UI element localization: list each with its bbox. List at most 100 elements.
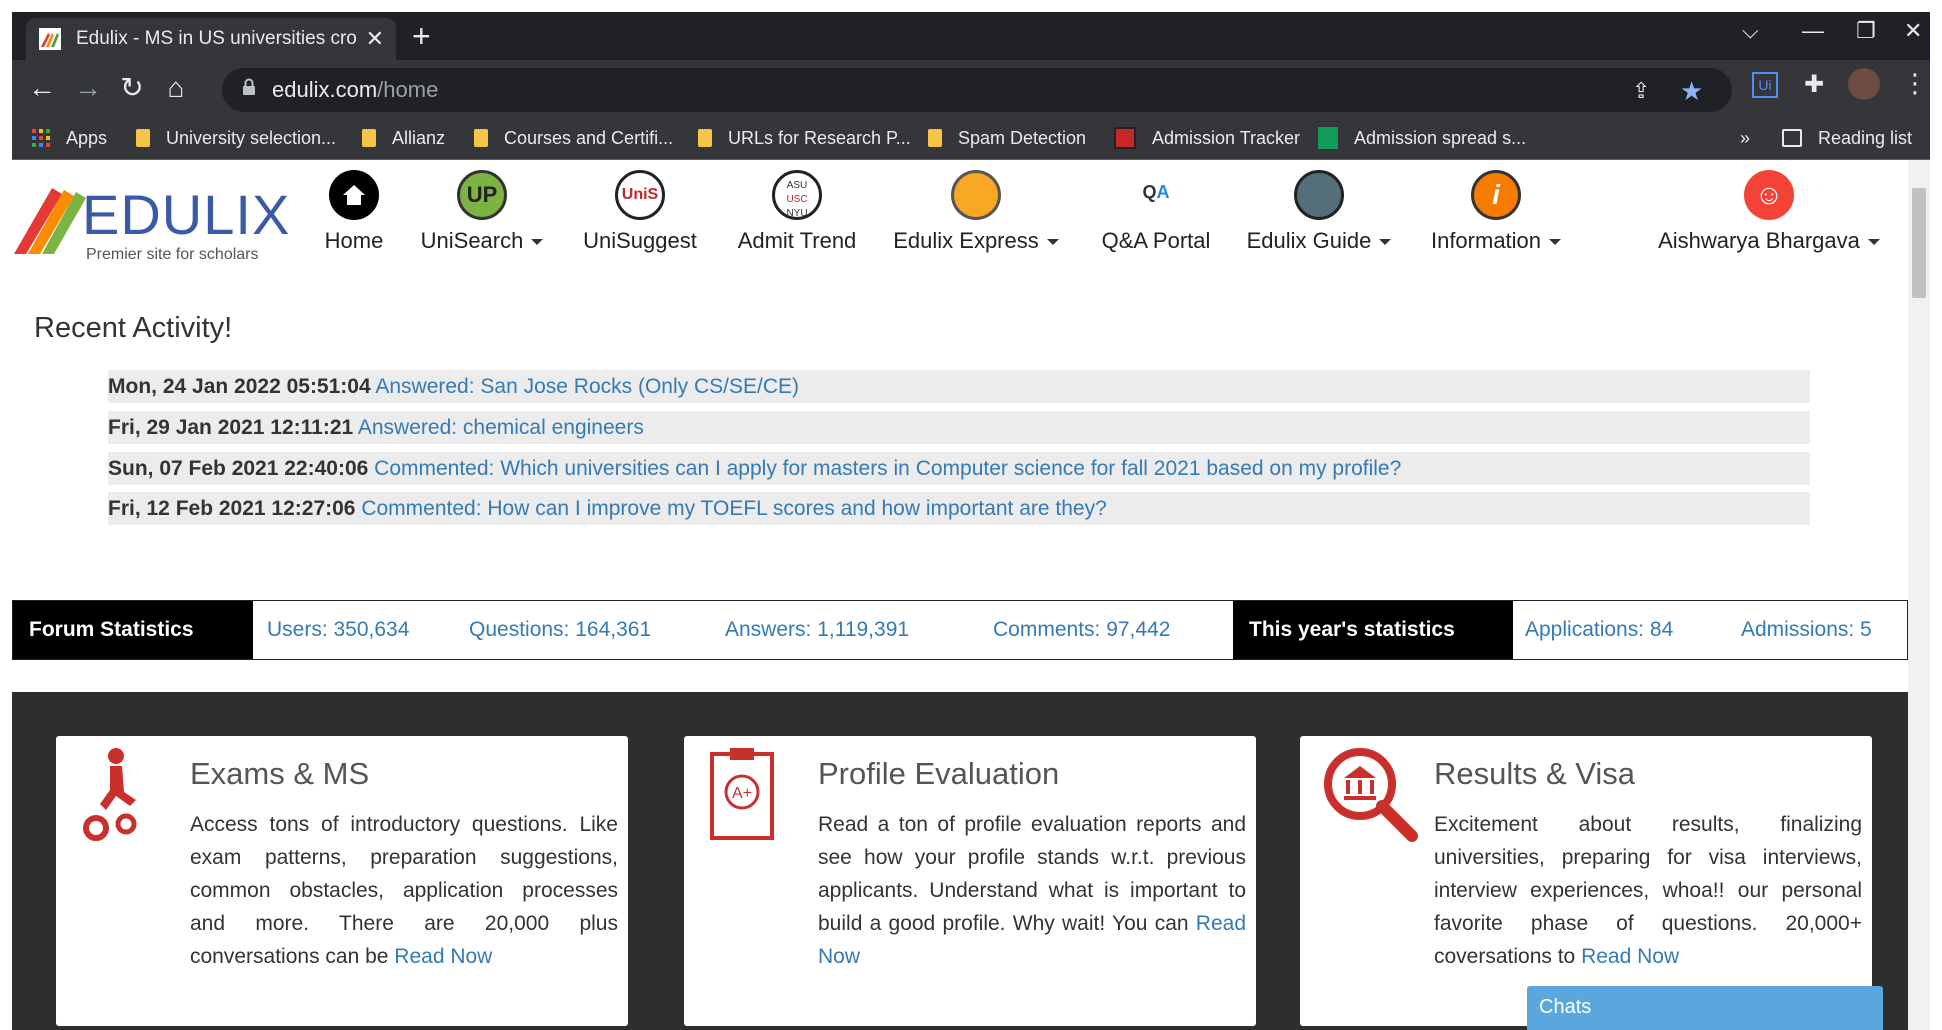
folder-icon: [698, 129, 712, 147]
tab-search-icon[interactable]: ⌵: [1742, 18, 1759, 44]
smiley-avatar-icon: ☺: [1744, 170, 1794, 220]
unisearch-icon: UP: [457, 170, 507, 220]
minimize-icon[interactable]: —: [1802, 18, 1824, 44]
reload-icon[interactable]: ↻: [114, 70, 150, 106]
bookmark-university-selection[interactable]: University selection...: [136, 126, 336, 150]
nav-information[interactable]: i Information: [1416, 170, 1576, 254]
scrollbar-thumb[interactable]: [1912, 188, 1926, 298]
nav-edulix-express[interactable]: Edulix Express: [886, 170, 1066, 254]
nav-home[interactable]: Home: [312, 170, 396, 254]
nav-user-menu[interactable]: ☺ Aishwarya Bhargava: [1644, 170, 1894, 254]
nav-label: Edulix Express: [893, 228, 1039, 253]
address-bar[interactable]: edulix.com/home ⇪ ★: [222, 68, 1732, 112]
bookmark-star-icon[interactable]: ★: [1680, 76, 1703, 107]
bookmark-label: Admission spread s...: [1354, 127, 1527, 148]
activity-row: Mon, 24 Jan 2022 05:51:04 Answered: San …: [108, 370, 1810, 403]
menu-dots-icon[interactable]: ⋮: [1902, 68, 1928, 99]
stat-questions[interactable]: Questions: 164,361: [469, 618, 725, 642]
svg-text:A+: A+: [732, 785, 752, 802]
reading-list[interactable]: Reading list: [1782, 126, 1912, 150]
new-tab-icon[interactable]: +: [412, 18, 431, 54]
chevron-down-icon: [1379, 239, 1392, 246]
unisuggest-icon: UniS: [615, 170, 665, 220]
bookmark-spam-detection[interactable]: Spam Detection: [928, 126, 1086, 150]
read-now-link[interactable]: Read Now: [394, 945, 492, 968]
nav-label: UniSuggest: [583, 228, 697, 253]
card-body: Excitement about results, finalizing uni…: [1434, 808, 1862, 973]
bookmark-courses[interactable]: Courses and Certifi...: [474, 126, 673, 150]
browser-tab[interactable]: Edulix - MS in US universities cro ✕: [26, 18, 396, 60]
nav-admit-trend[interactable]: ASU USC NYU Admit Trend: [722, 170, 872, 254]
share-icon[interactable]: ⇪: [1632, 78, 1650, 104]
card-title: Exams & MS: [190, 756, 370, 791]
nav-unisearch[interactable]: UP UniSearch: [412, 170, 552, 254]
apps-grid-icon: [32, 129, 50, 147]
activity-link[interactable]: Commented: Which universities can I appl…: [374, 457, 1401, 480]
folder-icon: [474, 129, 488, 147]
edulix-logo[interactable]: EDULIX Premier site for scholars: [12, 174, 289, 264]
bookmark-admission-spreadsheet[interactable]: Admission spread s...: [1318, 126, 1526, 150]
bookmarks-overflow[interactable]: »: [1740, 126, 1750, 150]
bookmark-urls-research[interactable]: URLs for Research P...: [698, 126, 911, 150]
activity-link[interactable]: Commented: How can I improve my TOEFL sc…: [361, 497, 1106, 520]
home-icon: [329, 170, 379, 220]
activity-timestamp: Sun, 07 Feb 2021 22:40:06: [108, 457, 369, 480]
page-scrollbar[interactable]: [1908, 160, 1930, 1030]
red-app-icon: [1114, 127, 1136, 149]
nav-label-wrap: UniSearch: [412, 228, 552, 254]
activity-link[interactable]: Answered: San Jose Rocks (Only CS/SE/CE): [375, 375, 799, 398]
close-tab-icon[interactable]: ✕: [366, 26, 384, 52]
folder-icon: [362, 129, 376, 147]
stat-answers[interactable]: Answers: 1,119,391: [725, 618, 993, 642]
activity-link[interactable]: Answered: chemical engineers: [358, 416, 644, 439]
stat-admissions[interactable]: Admissions: 5: [1741, 618, 1872, 642]
edulix-favicon-icon: [39, 28, 61, 50]
bookmark-apps[interactable]: Apps: [32, 126, 107, 150]
tab-strip: Edulix - MS in US universities cro ✕ + ⌵…: [12, 12, 1930, 60]
nav-unisuggest[interactable]: UniS UniSuggest: [570, 170, 710, 254]
back-icon[interactable]: ←: [24, 70, 60, 106]
feature-section: Exams & MS Access tons of introductory q…: [12, 692, 1908, 1030]
card-title: Profile Evaluation: [818, 756, 1060, 791]
admit-trend-icon: ASU USC NYU: [772, 170, 822, 220]
activity-row: Fri, 29 Jan 2021 12:11:21 Answered: chem…: [108, 411, 1810, 444]
overflow-chevron-icon: »: [1740, 127, 1751, 148]
tab-title: Edulix - MS in US universities cro: [76, 28, 356, 49]
bookmark-allianz[interactable]: Allianz: [362, 126, 445, 150]
home-browser-icon[interactable]: ⌂: [158, 70, 194, 106]
year-statistics-label: This year's statistics: [1233, 601, 1513, 659]
logo-tagline: Premier site for scholars: [86, 246, 259, 263]
read-now-link[interactable]: Read Now: [1581, 945, 1679, 968]
card-exams-ms: Exams & MS Access tons of introductory q…: [56, 736, 628, 1026]
nav-label: Q&A Portal: [1101, 228, 1211, 253]
clipboard-grade-icon: A+: [710, 748, 774, 840]
profile-avatar-icon[interactable]: [1848, 68, 1880, 100]
activity-row: Fri, 12 Feb 2021 12:27:06 Commented: How…: [108, 492, 1810, 525]
extensions-puzzle-icon[interactable]: ✚: [1804, 70, 1824, 99]
chats-button[interactable]: Chats: [1527, 986, 1883, 1030]
graduation-cap-icon: [1294, 170, 1344, 220]
stat-users[interactable]: Users: 350,634: [267, 618, 469, 642]
folder-icon: [136, 129, 150, 147]
stat-applications[interactable]: Applications: 84: [1525, 618, 1741, 642]
card-body: Access tons of introductory questions. L…: [190, 808, 618, 973]
bookmark-label: Spam Detection: [958, 127, 1087, 148]
express-truck-icon: [951, 170, 1001, 220]
stat-comments[interactable]: Comments: 97,442: [993, 618, 1233, 642]
close-window-icon[interactable]: ✕: [1904, 18, 1922, 44]
bookmark-label: Allianz: [392, 127, 446, 148]
activity-timestamp: Mon, 24 Jan 2022 05:51:04: [108, 375, 371, 398]
nav-label: Home: [324, 228, 384, 253]
info-icon: i: [1471, 170, 1521, 220]
folder-icon: [928, 129, 942, 147]
uipath-extension-icon[interactable]: Ui: [1752, 72, 1778, 98]
card-body: Read a ton of profile evaluation reports…: [818, 808, 1246, 973]
nav-edulix-guide[interactable]: Edulix Guide: [1238, 170, 1400, 254]
restore-icon[interactable]: ❐: [1856, 18, 1876, 44]
nav-qa-portal[interactable]: QA Q&A Portal: [1088, 170, 1224, 254]
forward-icon[interactable]: →: [70, 70, 106, 106]
card-text: Read a ton of profile evaluation reports…: [818, 813, 1246, 935]
nav-label-wrap: Edulix Guide: [1238, 228, 1400, 254]
bookmark-admission-tracker[interactable]: Admission Tracker: [1114, 126, 1300, 150]
browser-toolbar: ← → ↻ ⌂ edulix.com/home ⇪ ★ Ui ✚ ⋮: [12, 60, 1930, 116]
